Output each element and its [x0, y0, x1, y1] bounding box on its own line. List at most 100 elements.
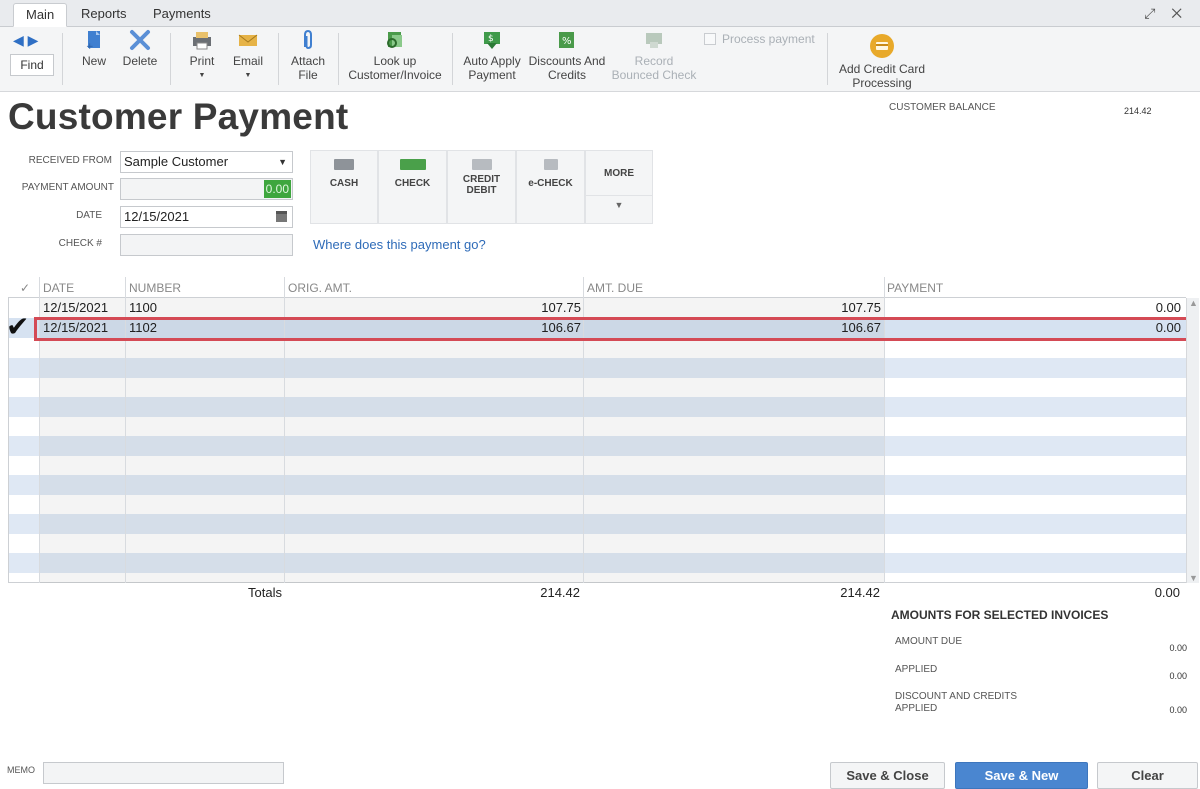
credit-label-2: DEBIT	[466, 185, 497, 196]
auto-apply-icon: $	[484, 32, 500, 49]
col-payment-header[interactable]: PAYMENT	[887, 281, 943, 295]
auto-apply-payment-button[interactable]: $ Auto Apply Payment	[460, 29, 524, 82]
process-payment-checkbox[interactable]	[704, 33, 716, 45]
save-close-button[interactable]: Save & Close	[830, 762, 945, 789]
prev-next-arrows-icon[interactable]: ◀ ▶	[13, 32, 38, 49]
echeck-icon	[543, 159, 558, 170]
col-number-header[interactable]: NUMBER	[129, 281, 181, 295]
paperclip-icon	[304, 29, 312, 50]
record-bounced-check-button[interactable]: Record Bounced Check	[610, 29, 698, 82]
add-credit-card-processing-button[interactable]: Add Credit Card Processing	[836, 33, 928, 90]
check-number-input[interactable]	[120, 234, 293, 256]
delete-button[interactable]: Delete	[120, 29, 160, 68]
received-from-dropdown[interactable]: Sample Customer ▼	[120, 151, 293, 173]
highlight-box	[34, 317, 1189, 341]
cash-label: CASH	[329, 178, 359, 189]
echeck-label: e-CHECK	[528, 178, 573, 189]
toolbar: ◀ ▶ Find + New Delete Print ▼ Email ▼ At…	[0, 27, 1200, 92]
cash-method-button[interactable]: CASH	[310, 150, 378, 224]
row-payment[interactable]: 0.00	[1081, 300, 1181, 315]
date-label: DATE	[76, 210, 102, 221]
process-payment-label: Process payment	[722, 32, 815, 46]
chevron-down-icon[interactable]: ▼	[586, 195, 652, 210]
email-envelope-icon	[238, 34, 258, 46]
more-label: MORE	[604, 168, 634, 179]
discounts-label-2: Credits	[547, 68, 586, 82]
expand-icon[interactable]: ⤢ ✕	[1144, 5, 1188, 22]
where-payment-go-link[interactable]: Where does this payment go?	[313, 237, 486, 252]
autoapply-label-2: Payment	[468, 68, 516, 82]
check-method-label: CHECK	[394, 178, 431, 189]
memo-label: MEMO	[7, 765, 35, 775]
tab-main[interactable]: Main	[13, 3, 68, 27]
toolbar-separator	[452, 33, 453, 85]
email-button[interactable]: Email ▼	[230, 29, 266, 83]
amount-due-value: 0.00	[1169, 643, 1187, 653]
discount-credits-label: DISCOUNT AND CREDITS APPLIED	[895, 691, 1055, 715]
totals-label: Totals	[248, 585, 282, 600]
grid-header: ✓ DATE NUMBER ORIG. AMT. AMT. DUE PAYMEN…	[8, 277, 1186, 298]
svg-text:+: +	[86, 42, 94, 51]
tab-payments[interactable]: Payments	[141, 3, 223, 27]
svg-text:$: $	[488, 34, 494, 44]
more-methods-button[interactable]: MORE ▼	[585, 150, 653, 224]
selected-invoices-title: AMOUNTS FOR SELECTED INVOICES	[891, 608, 1109, 622]
received-from-label: RECEIVED FROM	[28, 155, 112, 166]
date-input[interactable]: 12/15/2021	[120, 206, 293, 228]
new-label: New	[81, 54, 106, 68]
col-amt-due-header[interactable]: AMT. DUE	[587, 281, 643, 295]
bounced-check-icon	[646, 33, 662, 48]
addcc-label-2: Processing	[852, 76, 912, 90]
payment-amount-value: 0.00	[263, 180, 291, 198]
received-from-value: Sample Customer	[124, 154, 229, 169]
col-orig-amt-header[interactable]: ORIG. AMT.	[288, 281, 352, 295]
col-check-header: ✓	[20, 281, 31, 295]
check-method-button[interactable]: CHECK	[378, 150, 447, 224]
lookup-label-1: Look up	[373, 54, 417, 68]
toolbar-separator	[62, 33, 63, 85]
echeck-method-button[interactable]: e-CHECK	[516, 150, 585, 224]
addcc-label-1: Add Credit Card	[838, 62, 926, 76]
discount-credits-value: 0.00	[1169, 705, 1187, 715]
toolbar-separator	[827, 33, 828, 85]
scroll-down-icon[interactable]: ▼	[1189, 573, 1198, 583]
customer-balance-value: 214.42	[1124, 106, 1152, 116]
new-document-icon: +	[86, 31, 100, 51]
check-number-label: CHECK #	[58, 238, 102, 249]
chevron-down-icon: ▼	[278, 157, 287, 167]
discounts-icon: %	[559, 32, 574, 48]
toolbar-separator	[338, 33, 339, 85]
checkmark-icon[interactable]: ✔	[6, 313, 29, 341]
find-button[interactable]: Find	[10, 54, 54, 76]
save-new-button[interactable]: Save & New	[955, 762, 1088, 789]
printer-icon	[193, 32, 211, 50]
lookup-customer-invoice-button[interactable]: Look up Customer/Invoice	[346, 29, 444, 82]
tab-bar: Main Reports Payments ⤢ ✕	[0, 0, 1200, 27]
credit-label-1: CREDIT	[462, 174, 501, 185]
new-button[interactable]: + New	[74, 29, 114, 68]
totals-orig-amt: 214.42	[540, 585, 580, 600]
memo-input[interactable]	[43, 762, 284, 784]
discounts-credits-button[interactable]: % Discounts And Credits	[526, 29, 608, 82]
tab-reports[interactable]: Reports	[69, 3, 139, 27]
grid-scrollbar[interactable]: ▲ ▼	[1186, 298, 1199, 583]
svg-text:%: %	[562, 36, 572, 47]
email-dropdown-icon[interactable]: ▼	[230, 69, 266, 83]
col-date-header[interactable]: DATE	[43, 281, 74, 295]
payment-amount-label: PAYMENT AMOUNT	[21, 182, 114, 193]
customer-balance-label: CUSTOMER BALANCE	[889, 102, 996, 113]
totals-amt-due: 214.42	[840, 585, 880, 600]
payment-amount-input[interactable]: 0.00	[120, 178, 293, 200]
credit-debit-method-button[interactable]: CREDIT DEBIT	[447, 150, 516, 224]
scroll-up-icon[interactable]: ▲	[1189, 298, 1198, 308]
email-label: Email	[232, 54, 263, 68]
print-button[interactable]: Print ▼	[184, 29, 220, 83]
record-label-1: Record	[634, 54, 674, 68]
clear-button[interactable]: Clear	[1097, 762, 1198, 789]
applied-label: APPLIED	[895, 664, 938, 675]
attach-file-button[interactable]: Attach File	[287, 29, 329, 82]
credit-card-coin-icon	[870, 34, 894, 58]
calendar-icon[interactable]	[276, 211, 287, 222]
print-dropdown-icon[interactable]: ▼	[184, 69, 220, 83]
discounts-label-1: Discounts And	[528, 54, 606, 68]
